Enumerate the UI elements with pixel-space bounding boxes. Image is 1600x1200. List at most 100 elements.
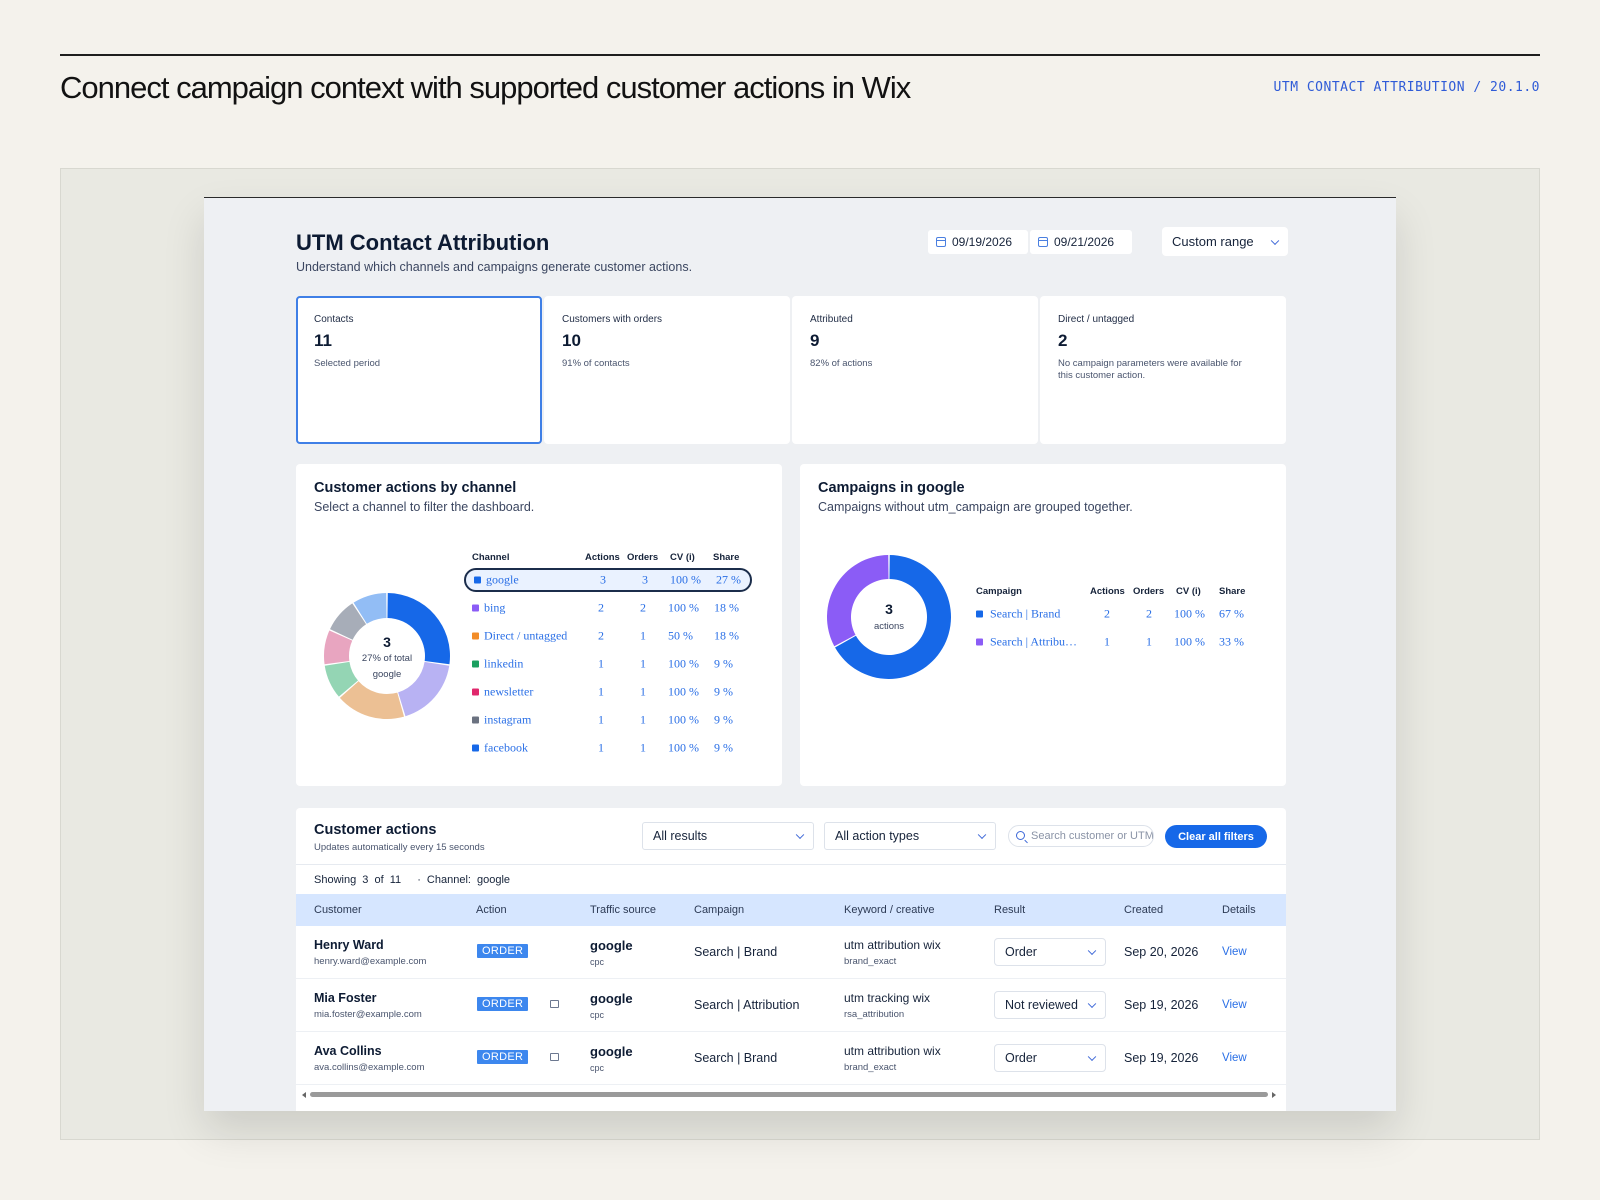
col-header-share: Share [713, 552, 740, 563]
channel-name: facebook [484, 740, 528, 755]
divider [296, 864, 1286, 865]
traffic-medium: cpc [590, 1010, 605, 1020]
channel-donut-center: 3 27% of total google [352, 634, 422, 680]
result-value: Order [1005, 1051, 1037, 1065]
col-header-created: Created [1124, 904, 1164, 916]
results-filter-select[interactable]: All results [642, 822, 814, 850]
date-from-value: 09/19/2026 [952, 235, 1013, 249]
customer-name[interactable]: Mia Foster [314, 991, 422, 1005]
channel-color-swatch [472, 744, 479, 752]
stat-note: 82% of actions [810, 358, 873, 369]
channel-row-facebook[interactable]: facebook 1 1 100 % 9 % [464, 736, 752, 760]
customer-email: henry.ward@example.com [314, 956, 427, 967]
stat-value: 11 [314, 331, 332, 350]
col-header-orders: Orders [1133, 586, 1165, 597]
channel-share: 27 % [716, 572, 741, 587]
comment-icon[interactable] [550, 1053, 560, 1061]
created-date: Sep 20, 2026 [1124, 945, 1199, 959]
channel-color-swatch [472, 660, 479, 668]
chevron-down-icon [977, 830, 987, 840]
scrollbar-thumb[interactable] [310, 1092, 1268, 1097]
stat-label: Customers with orders [562, 314, 663, 325]
table-row: Henry Ward henry.ward@example.com ORDER goo… [296, 926, 1286, 979]
col-header-campaign: Campaign [976, 586, 1022, 597]
search-input[interactable]: Search customer or UTM [1008, 825, 1154, 847]
page-meta: UTM CONTACT ATTRIBUTION / 20.1.0 [1273, 80, 1540, 95]
channel-row-newsletter[interactable]: newsletter 1 1 100 % 9 % [464, 680, 752, 704]
col-header-share: Share [1219, 586, 1246, 597]
app-subtitle: Understand which channels and campaigns … [296, 260, 693, 274]
app-title: UTM Contact Attribution [296, 230, 550, 255]
keyword: utm attribution wix [844, 938, 941, 952]
col-header-campaign: Campaign [694, 904, 745, 916]
keyword-cell: utm tracking wix rsa_attribution [844, 991, 930, 1020]
stat-card-contacts[interactable]: Contacts 11 Selected period [296, 296, 542, 444]
chevron-down-icon [795, 830, 805, 840]
action-type-filter-select[interactable]: All action types [824, 822, 996, 850]
scroll-left-icon[interactable] [302, 1092, 306, 1098]
date-range-select[interactable]: Custom range [1162, 227, 1288, 256]
channel-share: 9 % [714, 656, 733, 671]
stat-card-direct-untagged[interactable]: Direct / untagged 2 No campaign paramete… [1040, 296, 1286, 444]
total-count: 11 [389, 874, 402, 886]
stat-value: 9 [810, 331, 820, 350]
channel-name: google [486, 572, 519, 587]
action-cell: ORDER [477, 997, 560, 1011]
customer-cell: Ava Collins ava.collins@example.com [314, 1044, 425, 1073]
channel-row-google[interactable]: google 3 3 100 % 27 % [464, 568, 752, 592]
campaign-row[interactable]: Search | Brand 2 2 100 % 67 % [968, 602, 1258, 626]
date-to-value: 09/21/2026 [1054, 235, 1115, 249]
stat-label: Contacts [314, 314, 354, 325]
campaign-row[interactable]: Search | Attribu… 1 1 100 % 33 % [968, 630, 1258, 654]
clear-all-filters-button[interactable]: Clear all filters [1165, 825, 1267, 848]
channel-row-direct-untagged[interactable]: Direct / untagged 2 1 50 % 18 % [464, 624, 752, 648]
channel-panel-title: Customer actions by channel [314, 480, 517, 496]
chevron-down-icon [1087, 946, 1097, 956]
result-select[interactable]: Not reviewed [994, 991, 1106, 1019]
campaign-cv: 100 % [1174, 606, 1205, 621]
channel-actions: 2 [598, 600, 604, 615]
customer-name[interactable]: Ava Collins [314, 1044, 425, 1058]
active-channel-filter: · Channel: google [417, 874, 511, 886]
channel-actions: 1 [598, 712, 604, 727]
search-placeholder: Search customer or UTM [1031, 830, 1154, 842]
channel-name: bing [484, 600, 506, 615]
result-select[interactable]: Order [994, 1044, 1106, 1072]
stat-note: No campaign parameters were available fo… [1058, 358, 1242, 381]
stat-value: 10 [562, 331, 581, 350]
top-rule [60, 54, 1540, 56]
view-link[interactable]: View [1222, 999, 1247, 1011]
date-to-field[interactable]: 09/21/2026 [1030, 230, 1132, 254]
result-select[interactable]: Order [994, 938, 1106, 966]
action-cell: ORDER [477, 944, 529, 958]
scroll-right-icon[interactable] [1272, 1092, 1276, 1098]
stat-card-attributed[interactable]: Attributed 9 82% of actions [792, 296, 1038, 444]
creative: brand_exact [844, 1062, 897, 1073]
comment-icon[interactable] [550, 1000, 560, 1008]
date-from-field[interactable]: 09/19/2026 [928, 230, 1028, 254]
chevron-down-icon [1087, 1052, 1097, 1062]
customer-name[interactable]: Henry Ward [314, 938, 426, 952]
channel-share: 9 % [714, 712, 733, 727]
stat-label: Attributed [810, 314, 853, 325]
channel-row-linkedin[interactable]: linkedin 1 1 100 % 9 % [464, 652, 752, 676]
channel-share: 18 % [714, 628, 739, 643]
created-date: Sep 19, 2026 [1124, 998, 1199, 1012]
calendar-icon [1038, 237, 1048, 247]
campaign-panel-title: Campaigns in google [818, 480, 965, 496]
channel-name: newsletter [484, 684, 534, 699]
campaign-panel: Campaigns in google Campaigns without ut… [800, 464, 1286, 786]
col-header-traffic-source: Traffic source [590, 904, 657, 916]
channel-row-bing[interactable]: bing 2 2 100 % 18 % [464, 596, 752, 620]
view-link[interactable]: View [1222, 1052, 1247, 1064]
view-link[interactable]: View [1222, 946, 1247, 958]
horizontal-scrollbar[interactable] [302, 1092, 1276, 1098]
campaign-cell: Search | Brand [694, 945, 778, 959]
keyword: utm attribution wix [844, 1044, 941, 1058]
stat-card-customers-with-orders[interactable]: Customers with orders 10 91% of contacts [544, 296, 790, 444]
campaign-name: Search | Attribu… [990, 634, 1078, 649]
campaign-color-swatch [976, 610, 983, 618]
channel-share: 9 % [714, 684, 733, 699]
channel-row-instagram[interactable]: instagram 1 1 100 % 9 % [464, 708, 752, 732]
channel-orders: 1 [640, 628, 646, 643]
